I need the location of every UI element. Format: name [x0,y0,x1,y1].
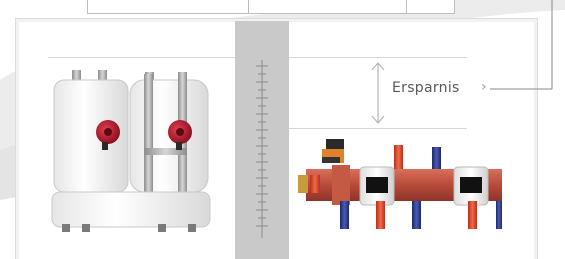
conventional-heating-unit-image [51,70,211,232]
table-column-divider [406,0,407,13]
savings-label: Ersparnis [392,80,460,96]
ruler-scale [256,60,268,238]
guide-line-top-right [289,57,467,58]
connector-line [490,0,553,90]
brace-icon: › [481,79,487,95]
table-column-divider [248,0,249,13]
guide-line-bottom-right [289,128,467,129]
compact-manifold-image [298,139,502,229]
top-table-fragment [87,0,455,14]
double-arrow-icon [371,62,385,124]
guide-line-top-left [48,57,236,58]
